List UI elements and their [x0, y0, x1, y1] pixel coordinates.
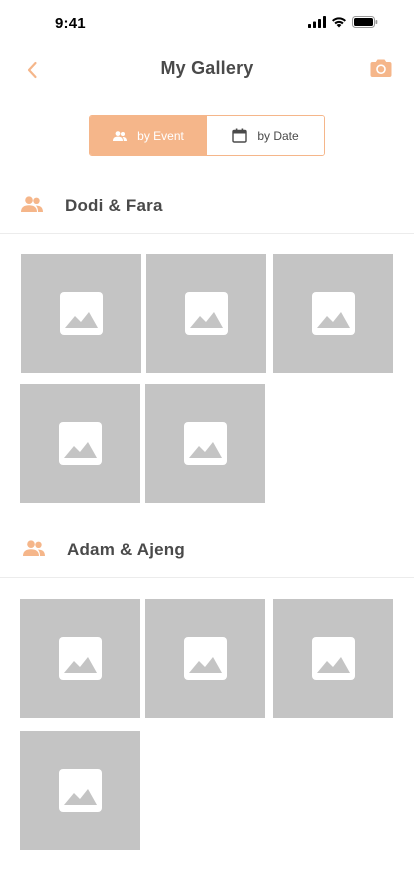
photo-thumbnail[interactable] — [20, 731, 140, 850]
event-group-title: Dodi & Fara — [65, 196, 163, 215]
event-group: Adam & Ajeng — [0, 524, 414, 578]
by-date-tab[interactable]: by Date — [207, 116, 324, 155]
people-icon — [113, 130, 128, 141]
status-bar: 9:41 — [0, 0, 414, 46]
image-icon — [311, 637, 355, 680]
image-icon — [58, 637, 102, 680]
photo-thumbnail[interactable] — [21, 254, 141, 373]
event-group: Dodi & Fara — [0, 180, 414, 234]
page-title: My Gallery — [160, 58, 254, 78]
by-event-tab[interactable]: by Event — [90, 116, 207, 155]
photo-thumbnail[interactable] — [145, 599, 265, 718]
status-time: 9:41 — [55, 15, 86, 32]
navigation-header: My Gallery — [0, 46, 414, 92]
event-group-title: Adam & Ajeng — [67, 540, 185, 559]
camera-button[interactable] — [370, 58, 392, 80]
photo-thumbnail[interactable] — [20, 384, 140, 503]
event-group-header[interactable]: Dodi & Fara — [0, 180, 414, 234]
by-date-label: by Date — [257, 128, 299, 143]
photo-thumbnail[interactable] — [146, 254, 266, 373]
image-icon — [58, 422, 102, 465]
signal-icon — [308, 16, 326, 28]
image-icon — [183, 422, 227, 465]
people-icon — [21, 196, 43, 212]
image-icon — [183, 637, 227, 680]
photo-thumbnail[interactable] — [20, 599, 140, 718]
photo-thumbnail[interactable] — [145, 384, 265, 503]
image-icon — [58, 769, 102, 812]
battery-icon — [352, 16, 378, 28]
photo-thumbnail[interactable] — [273, 254, 393, 373]
photo-thumbnail[interactable] — [273, 599, 393, 718]
view-toggle: by Event by Date — [89, 115, 325, 156]
image-icon — [184, 292, 228, 335]
wifi-icon — [332, 17, 346, 28]
people-icon — [23, 540, 45, 556]
image-icon — [311, 292, 355, 335]
image-icon — [59, 292, 103, 335]
status-icons — [308, 16, 378, 28]
camera-icon — [370, 59, 392, 77]
event-group-header[interactable]: Adam & Ajeng — [0, 524, 414, 578]
calendar-icon — [232, 128, 248, 143]
by-event-label: by Event — [137, 128, 184, 143]
